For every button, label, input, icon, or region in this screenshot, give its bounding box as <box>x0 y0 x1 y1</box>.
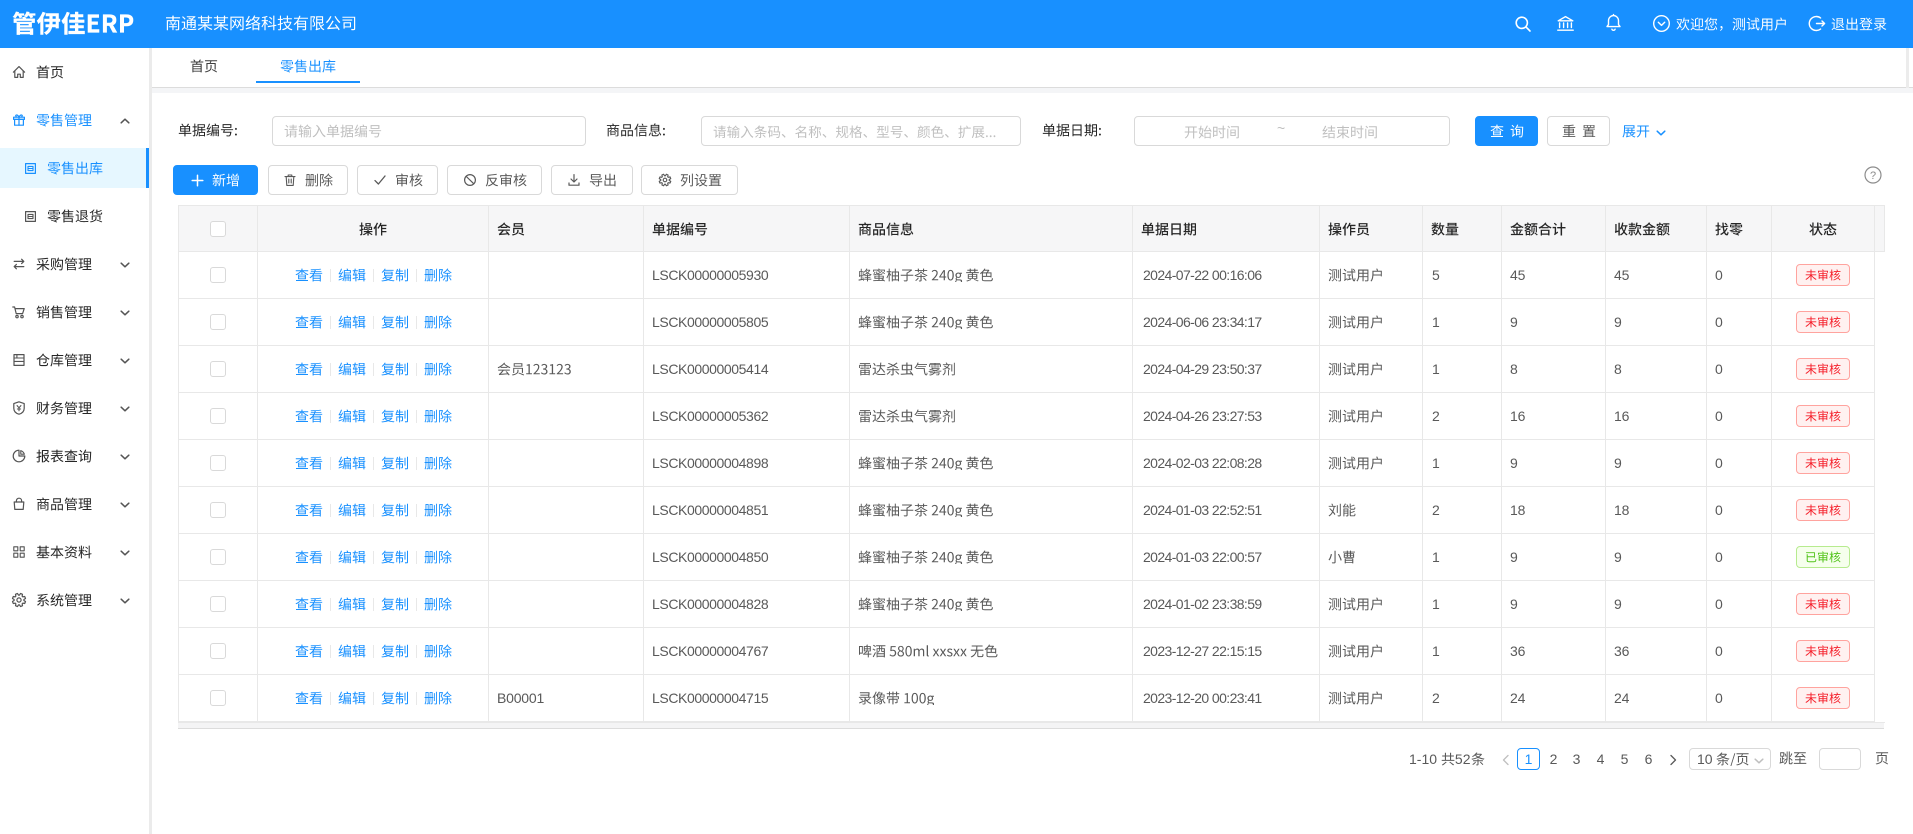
svg-text:?: ? <box>1870 170 1876 182</box>
